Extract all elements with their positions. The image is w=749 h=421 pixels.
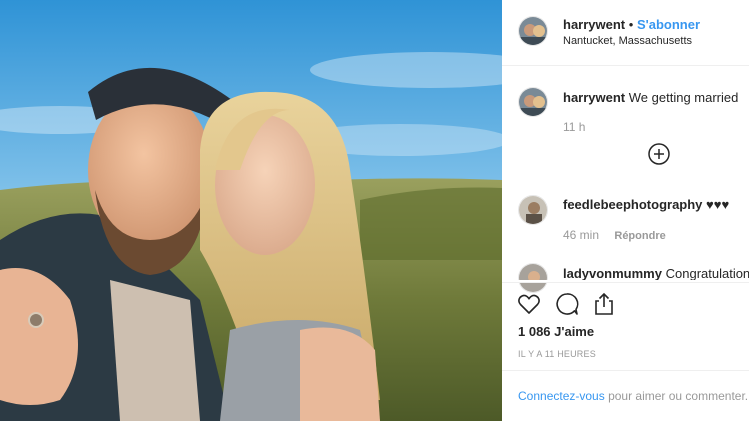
likes-count[interactable]: 1 086 J'aime [518, 324, 594, 339]
login-prompt-text: pour aimer ou commenter. [608, 389, 749, 403]
login-divider [502, 370, 749, 371]
speech-bubble-icon [556, 293, 579, 315]
comment-line: feedlebeephotography ♥♥♥ [563, 197, 729, 212]
header-separator: • [628, 17, 634, 32]
reply-button[interactable]: Répondre [614, 230, 665, 242]
login-link[interactable]: Connectez-vous [518, 389, 605, 403]
header-divider [502, 65, 749, 66]
caption-avatar[interactable] [518, 87, 548, 117]
caption-time[interactable]: 11 h [563, 120, 585, 134]
post-sidebar: harrywent • S'abonner Nantucket, Massach… [502, 0, 749, 421]
comment-avatar-image [519, 196, 547, 224]
comment-text: Congratulations [665, 266, 749, 281]
comment-username[interactable]: ladyvonmummy [563, 266, 662, 281]
heart-icon [518, 294, 540, 314]
load-more-comments-button[interactable] [646, 141, 672, 167]
follow-button[interactable]: S'abonner [637, 17, 700, 32]
comment-avatar-image [519, 264, 547, 292]
comment-time[interactable]: 46 min [563, 228, 599, 242]
like-button[interactable] [516, 291, 542, 317]
post-photo[interactable] [0, 0, 502, 421]
author-avatar[interactable] [518, 16, 548, 46]
post-header-line: harrywent • S'abonner [563, 17, 700, 32]
author-avatar-image [519, 17, 547, 45]
caption-text: We getting married [628, 90, 739, 105]
plus-circle-icon [648, 143, 670, 165]
comment-avatar[interactable] [518, 195, 548, 225]
comment-text: ♥♥♥ [706, 197, 730, 212]
actions-divider [502, 282, 749, 283]
share-button[interactable] [591, 291, 617, 317]
comment-meta: 46 min Répondre [563, 228, 666, 242]
caption-username[interactable]: harrywent [563, 90, 625, 105]
comment-line: ladyvonmummy Congratulations [563, 266, 749, 281]
comment-username[interactable]: feedlebeephotography [563, 197, 702, 212]
post-timestamp[interactable]: IL Y A 11 HEURES [518, 349, 596, 359]
caption-avatar-image [519, 88, 547, 116]
comment-button[interactable] [554, 291, 580, 317]
comment-avatar[interactable] [518, 263, 548, 293]
share-icon [595, 292, 613, 315]
author-username[interactable]: harrywent [563, 17, 625, 32]
photo-image [0, 0, 502, 421]
post-location[interactable]: Nantucket, Massachusetts [563, 35, 692, 47]
caption-line: harrywent We getting married [563, 90, 738, 105]
login-prompt: Connectez-vous pour aimer ou commenter. [518, 389, 748, 403]
